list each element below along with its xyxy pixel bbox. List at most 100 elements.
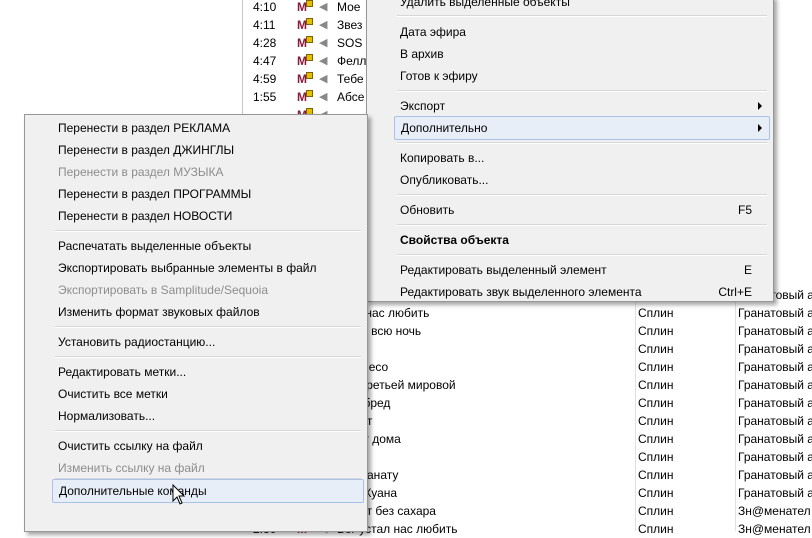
menu-item-edit-sound[interactable]: Редактировать звук выделенного элемента … xyxy=(400,281,752,303)
duration-cell: 4:47 xyxy=(253,54,277,68)
menu-item-clear-link[interactable]: Очистить ссылку на файл xyxy=(58,435,358,457)
menu-item-move-news[interactable]: Перенести в раздел НОВОСТИ xyxy=(58,205,358,227)
menu-item-change-format[interactable]: Изменить формат звуковых файлов xyxy=(58,301,358,323)
menu-item-label: Удалить выделенные объекты xyxy=(400,0,570,9)
title-cell: сидит дома xyxy=(337,432,401,446)
album-cell: Гранатовый а xyxy=(738,396,812,410)
menu-item-label: Перенести в раздел НОВОСТИ xyxy=(58,209,233,223)
duration-cell: 4:11 xyxy=(253,18,276,32)
title-cell: ь, колесо xyxy=(337,360,389,374)
menu-item-copy-to[interactable]: Копировать в... xyxy=(400,147,760,169)
menu-item-label: Редактировать метки... xyxy=(58,365,187,379)
menu-item-label: Перенести в раздел ДЖИНГЛЫ xyxy=(58,143,235,157)
menu-item-change-link: Изменить ссылку на файл xyxy=(58,457,358,479)
title-cell: ня и Хуана xyxy=(337,486,398,500)
album-cell: Гранатовый а xyxy=(738,378,812,392)
title-cell: рди xyxy=(337,448,637,466)
artist-cell: Сплин xyxy=(638,450,674,464)
menu-item-archive[interactable]: В архив xyxy=(400,43,760,65)
menu-item-label: Экспортировать выбранные элементы в файл xyxy=(58,261,317,275)
artist-cell: Сплин xyxy=(638,414,674,428)
menu-item-edit-selected[interactable]: Редактировать выделенный элемент E xyxy=(400,259,752,281)
artist-cell: Сплин xyxy=(638,522,674,536)
menu-item-air-date[interactable]: Дата эфира xyxy=(400,21,760,43)
menu-item-move-jingles[interactable]: Перенести в раздел ДЖИНГЛЫ xyxy=(58,139,358,161)
menu-item-move-programs[interactable]: Перенести в раздел ПРОГРАММЫ xyxy=(58,183,358,205)
album-cell: Гранатовый а xyxy=(738,324,812,338)
album-cell: Гранатовый а xyxy=(738,450,812,464)
menu-item-properties[interactable]: Свойства объекта xyxy=(400,229,760,251)
menu-item-label: Экспорт xyxy=(400,99,446,113)
menu-item-label: Свойства объекта xyxy=(400,233,509,247)
menu-item-label: Очистить ссылку на файл xyxy=(58,439,203,453)
menu-separator xyxy=(397,254,767,256)
menu-item-refresh[interactable]: Обновить F5 xyxy=(400,199,752,221)
speaker-icon[interactable]: ◀ xyxy=(319,73,329,85)
menu-item-label: Редактировать звук выделенного элемента xyxy=(400,285,642,299)
speaker-icon[interactable]: ◀ xyxy=(319,19,329,31)
menu-separator xyxy=(55,326,361,328)
menu-item-move-music: Перенести в раздел МУЗЫКА xyxy=(58,161,358,183)
artist-cell: Сплин xyxy=(638,342,674,356)
menu-separator xyxy=(397,15,767,17)
music-type-icon: M xyxy=(297,54,313,68)
submenu-arrow-icon xyxy=(758,124,762,132)
menu-item-label: Перенести в раздел МУЗЫКА xyxy=(58,165,224,179)
menu-item-extra-commands[interactable]: Дополнительные команды xyxy=(52,479,364,503)
menu-item-label: Изменить ссылку на файл xyxy=(58,461,205,475)
menu-item-label: Готов к эфиру xyxy=(400,69,478,83)
menu-item-shortcut: E xyxy=(743,263,752,277)
duration-cell: 4:59 xyxy=(253,72,277,86)
menu-separator xyxy=(397,90,767,92)
menu-item-clear-tags[interactable]: Очистить все метки xyxy=(58,383,358,405)
album-cell: Гранатовый а xyxy=(738,432,812,446)
menu-item-normalize[interactable]: Нормализовать... xyxy=(58,405,358,427)
menu-item-export[interactable]: Экспорт xyxy=(400,95,760,117)
menu-item-move-ads[interactable]: Перенести в раздел РЕКЛАМА xyxy=(58,117,358,139)
artist-cell: Сплин xyxy=(638,504,674,518)
menu-item-label: Установить радиостанцию... xyxy=(58,335,216,349)
menu-item-label: Очистить все метки xyxy=(58,387,168,401)
artist-cell: Сплин xyxy=(638,486,674,500)
album-cell: Гранатовый а xyxy=(738,342,812,356)
speaker-icon[interactable]: ◀ xyxy=(319,1,329,13)
menu-item-shortcut: Ctrl+E xyxy=(718,285,752,299)
artist-cell: Сплин xyxy=(638,360,674,374)
title-cell: ню гранату xyxy=(337,468,399,482)
speaker-icon[interactable]: ◀ xyxy=(319,37,329,49)
menu-separator xyxy=(397,142,767,144)
speaker-icon[interactable]: ◀ xyxy=(319,91,329,103)
menu-item-additional[interactable]: Дополнительно xyxy=(394,116,770,140)
menu-item-publish[interactable]: Опубликовать... xyxy=(400,169,760,191)
artist-cell: Сплин xyxy=(638,378,674,392)
menu-item-delete-selected[interactable]: Удалить выделенные объекты xyxy=(400,0,760,13)
album-cell: Зн@менател xyxy=(738,504,811,518)
title-cell: стал нас любить xyxy=(337,306,430,320)
menu-item-label: Распечатать выделенные объекты xyxy=(58,239,252,253)
music-type-icon: M xyxy=(297,18,313,32)
menu-item-edit-tags[interactable]: Редактировать метки... xyxy=(58,361,358,383)
speaker-icon[interactable]: ◀ xyxy=(319,55,329,67)
artist-cell: Сплин xyxy=(638,432,674,446)
duration-cell: 1:55 xyxy=(253,90,277,104)
menu-item-label: Копировать в... xyxy=(400,151,485,165)
menu-separator xyxy=(397,194,767,196)
menu-item-export-samplitude: Экспортировать в Samplitude/Sequoia xyxy=(58,279,358,301)
menu-item-label: Изменить формат звуковых файлов xyxy=(58,305,260,319)
music-type-icon: M xyxy=(297,90,313,104)
menu-separator xyxy=(55,230,361,232)
menu-item-set-station[interactable]: Установить радиостанцию... xyxy=(58,331,358,353)
menu-item-print-selected[interactable]: Распечатать выделенные объекты xyxy=(58,235,358,257)
music-type-icon: M xyxy=(297,0,313,14)
mouse-cursor-icon xyxy=(172,484,186,505)
menu-item-label: Нормализовать... xyxy=(58,409,156,423)
menu-item-label: Дата эфира xyxy=(400,25,466,39)
duration-cell: 4:10 xyxy=(253,0,277,14)
context-menu: Удалить выделенные объекты Дата эфира В … xyxy=(366,0,774,302)
menu-item-ready-to-air[interactable]: Готов к эфиру xyxy=(400,65,760,87)
menu-item-label: Перенести в раздел ПРОГРАММЫ xyxy=(58,187,252,201)
title-cell: этот бред xyxy=(337,396,391,410)
menu-item-label: Дополнительно xyxy=(401,121,488,135)
title-cell: Бог устал нас любить xyxy=(337,522,458,536)
menu-item-export-selected[interactable]: Экспортировать выбранные элементы в файл xyxy=(58,257,358,279)
